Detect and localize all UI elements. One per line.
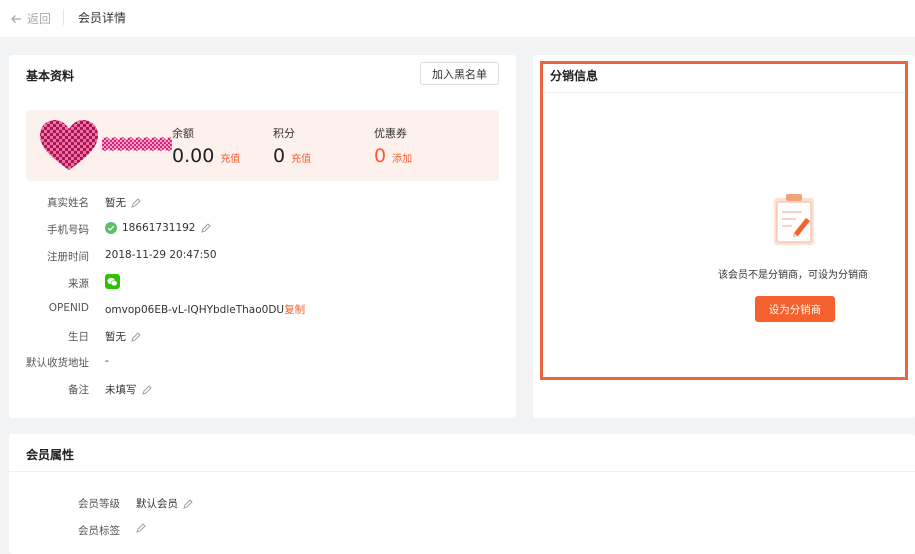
edit-pen-icon[interactable]: [141, 384, 152, 395]
points-stat: 积分 0 充值: [273, 125, 311, 166]
page-title: 会员详情: [78, 11, 127, 25]
member-level-value: 默认会员: [136, 496, 193, 511]
address-label: 默认收货地址: [26, 357, 89, 369]
edit-pen-icon[interactable]: [136, 523, 146, 533]
coupon-stat: 优惠券 0 添加: [374, 125, 412, 166]
balance-value: 0.00: [172, 145, 215, 167]
balance-label: 余额: [172, 127, 194, 140]
coupon-value: 0: [374, 145, 387, 167]
openid-text: omvop06EB-vL-IQHYbdleThao0DU: [105, 303, 285, 316]
copy-openid-link[interactable]: 复制: [284, 302, 305, 317]
avatar: [40, 120, 98, 170]
points-recharge-link[interactable]: 充值: [291, 150, 311, 165]
member-tags-label: 会员标签: [78, 525, 120, 537]
member-level-label: 会员等级: [78, 498, 120, 510]
phone-value: 18661731192: [105, 222, 211, 234]
divider: [63, 9, 64, 25]
member-summary: 余额 0.00 充值 积分 0 充值 优惠券 0 添加: [26, 110, 499, 181]
phone-text: 18661731192: [122, 222, 196, 234]
coupon-add-link[interactable]: 添加: [392, 150, 412, 165]
top-bar: 返回 会员详情: [0, 0, 915, 37]
arrow-left-icon: [11, 14, 21, 23]
remark-text: 未填写: [105, 384, 137, 396]
address-value: -: [105, 355, 109, 367]
phone-label: 手机号码: [47, 224, 89, 236]
wechat-icon: [105, 274, 120, 289]
back-button[interactable]: 返回: [10, 10, 51, 27]
birthday-text: 暂无: [105, 331, 126, 343]
points-label: 积分: [273, 127, 295, 140]
balance-recharge-link[interactable]: 充值: [220, 150, 240, 165]
nickname-image: [102, 137, 172, 151]
birthday-value: 暂无: [105, 329, 141, 344]
points-value: 0: [273, 145, 286, 167]
register-time-value: 2018-11-29 20:47:50: [105, 249, 217, 261]
remark-value: 未填写: [105, 382, 152, 397]
edit-pen-icon[interactable]: [200, 223, 211, 233]
edit-pen-icon[interactable]: [183, 498, 193, 509]
real-name-text: 暂无: [105, 197, 126, 209]
basic-info-title: 基本资料: [26, 69, 75, 83]
back-label: 返回: [27, 12, 52, 26]
add-to-blacklist-button[interactable]: 加入黑名单: [420, 62, 499, 85]
member-tags-value: [136, 523, 146, 533]
remark-label: 备注: [68, 384, 89, 396]
edit-pen-icon[interactable]: [131, 197, 141, 208]
member-attributes-title: 会员属性: [26, 448, 75, 462]
verified-check-icon: [105, 222, 117, 234]
birthday-label: 生日: [68, 331, 89, 343]
highlight-frame: [540, 61, 908, 380]
balance-stat: 余额 0.00 充值: [172, 125, 240, 166]
edit-pen-icon[interactable]: [131, 331, 141, 342]
member-attributes-card: 会员属性: [9, 434, 915, 554]
divider: [9, 471, 915, 472]
member-level-text: 默认会员: [136, 498, 178, 510]
register-time-label: 注册时间: [47, 251, 89, 263]
coupon-label: 优惠券: [374, 127, 407, 140]
source-value: [105, 274, 120, 289]
source-label: 来源: [68, 278, 89, 290]
openid-label: OPENID: [48, 302, 89, 314]
real-name-value: 暂无: [105, 195, 141, 210]
real-name-label: 真实姓名: [47, 197, 89, 209]
openid-value: omvop06EB-vL-IQHYbdleThao0DU 复制: [105, 302, 305, 317]
